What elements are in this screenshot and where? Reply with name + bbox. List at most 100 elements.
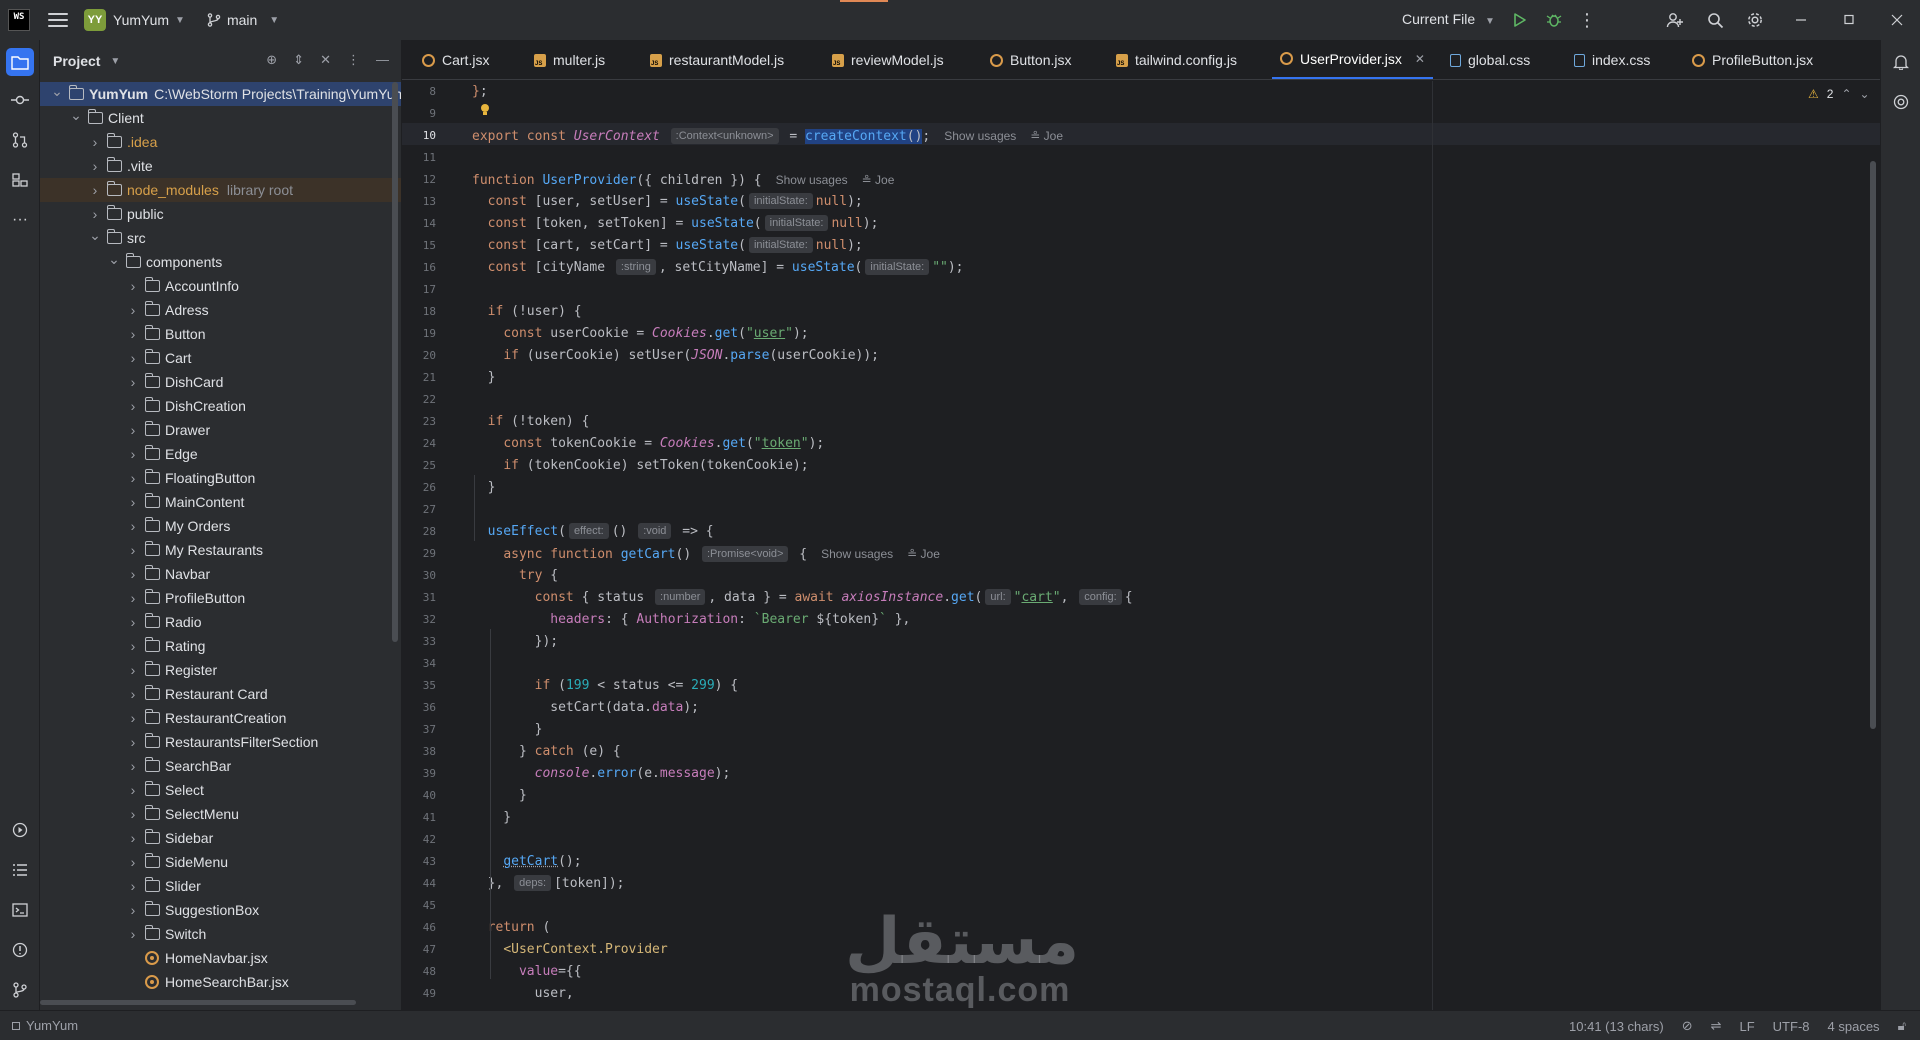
line-number[interactable]: 13 — [404, 195, 436, 208]
chevron-right-icon[interactable]: › — [126, 446, 140, 462]
code-line[interactable]: } — [472, 785, 527, 807]
chevron-right-icon[interactable]: › — [126, 326, 140, 342]
line-number[interactable]: 28 — [404, 525, 436, 538]
close-window-icon[interactable] — [1886, 9, 1908, 31]
indent-setting[interactable]: 4 spaces — [1828, 1019, 1880, 1034]
chevron-right-icon[interactable]: › — [88, 182, 102, 198]
chevron-right-icon[interactable]: › — [126, 758, 140, 774]
chevron-down-icon[interactable]: ⌄ — [50, 83, 64, 100]
code-line[interactable]: if (tokenCookie) setToken(tokenCookie); — [472, 455, 809, 477]
tree-folder-item[interactable]: › Sidebar — [40, 826, 402, 850]
code-line[interactable]: }); — [472, 631, 558, 653]
code-line[interactable]: export const UserContext :Context<unknow… — [472, 125, 1063, 147]
tree-folder-item[interactable]: › Button — [40, 322, 402, 346]
tree-folder-item[interactable]: › Drawer — [40, 418, 402, 442]
locate-file-icon[interactable]: ⊕ — [266, 52, 277, 68]
tree-folder-item[interactable]: › DishCard — [40, 370, 402, 394]
chevron-right-icon[interactable]: › — [126, 662, 140, 678]
code-line[interactable]: const tokenCookie = Cookies.get("token")… — [472, 433, 824, 455]
line-number[interactable]: 36 — [404, 701, 436, 714]
inspections-off-icon[interactable]: ⊘ — [1682, 1018, 1693, 1034]
chevron-right-icon[interactable]: › — [126, 422, 140, 438]
vcs-status-icon[interactable]: ⇌ — [1711, 1018, 1722, 1034]
line-number[interactable]: 27 — [404, 503, 436, 516]
notifications-bell-icon[interactable] — [1887, 48, 1915, 76]
line-number[interactable]: 10 — [404, 129, 436, 142]
code-line[interactable]: async function getCart() :Promise<void> … — [472, 543, 940, 565]
branch-switcher[interactable]: main ▼ — [207, 12, 279, 28]
line-number[interactable]: 39 — [404, 767, 436, 780]
code-line[interactable]: if (199 < status <= 299) { — [472, 675, 738, 697]
next-highlight-icon[interactable]: ⌄ — [1860, 87, 1870, 101]
editor-tab[interactable]: Cart.jsx — [414, 40, 497, 80]
tree-folder-item[interactable]: › SideMenu — [40, 850, 402, 874]
chevron-right-icon[interactable]: › — [126, 494, 140, 510]
main-menu-icon[interactable] — [48, 13, 68, 27]
line-number[interactable]: 14 — [404, 217, 436, 230]
tree-folder-item[interactable]: › RestaurantCreation — [40, 706, 402, 730]
run-icon[interactable] — [1508, 9, 1530, 31]
run-configuration-select[interactable]: Current File ▼ — [1402, 11, 1495, 27]
hide-panel-icon[interactable]: — — [376, 52, 389, 68]
chevron-right-icon[interactable]: › — [126, 302, 140, 318]
code-line[interactable]: const [cityName :string, setCityName] = … — [472, 257, 964, 279]
code-line[interactable]: } catch (e) { — [472, 741, 621, 763]
line-number[interactable]: 18 — [404, 305, 436, 318]
line-number[interactable]: 25 — [404, 459, 436, 472]
code-line[interactable]: }; — [472, 81, 488, 103]
project-tree-scrollbar[interactable] — [392, 82, 398, 642]
tree-folder-item[interactable]: › Edge — [40, 442, 402, 466]
minimize-window-icon[interactable] — [1790, 9, 1812, 31]
line-number[interactable]: 19 — [404, 327, 436, 340]
settings-gear-icon[interactable] — [1744, 9, 1766, 31]
search-icon[interactable] — [1704, 9, 1726, 31]
problems-icon[interactable] — [6, 936, 34, 964]
chevron-right-icon[interactable]: › — [88, 158, 102, 174]
code-line[interactable]: try { — [472, 565, 558, 587]
tree-folder-item[interactable]: › Cart — [40, 346, 402, 370]
line-number[interactable]: 11 — [404, 151, 436, 164]
code-line[interactable]: function UserProvider({ children }) {Sho… — [472, 169, 894, 191]
tree-folder-item[interactable]: ⌄ Client — [40, 106, 402, 130]
line-number[interactable]: 33 — [404, 635, 436, 648]
chevron-right-icon[interactable]: › — [126, 926, 140, 942]
tree-folder-item[interactable]: ⌄ YumYum C:\WebStorm Projects\Training\Yum… — [40, 82, 402, 106]
commit-tool-icon[interactable] — [6, 86, 34, 114]
chevron-right-icon[interactable]: › — [88, 134, 102, 150]
editor-tab[interactable]: index.css — [1566, 40, 1658, 80]
line-separator[interactable]: LF — [1740, 1019, 1755, 1034]
line-number[interactable]: 32 — [404, 613, 436, 626]
line-number[interactable]: 31 — [404, 591, 436, 604]
line-number[interactable]: 48 — [404, 965, 436, 978]
line-number[interactable]: 30 — [404, 569, 436, 582]
tree-folder-item[interactable]: › Switch — [40, 922, 402, 946]
tree-folder-item[interactable]: › Slider — [40, 874, 402, 898]
todo-list-icon[interactable] — [6, 856, 34, 884]
line-number[interactable]: 12 — [404, 173, 436, 186]
chevron-right-icon[interactable]: › — [126, 686, 140, 702]
chevron-right-icon[interactable]: › — [88, 206, 102, 222]
editor-tab[interactable]: multer.js — [526, 40, 613, 80]
code-line[interactable]: return ( — [472, 917, 550, 939]
line-number[interactable]: 42 — [404, 833, 436, 846]
code-line[interactable]: } — [472, 807, 511, 829]
tree-file-item[interactable]: ›HomeSearchBar.jsx — [40, 970, 402, 994]
chevron-right-icon[interactable]: › — [126, 806, 140, 822]
chevron-right-icon[interactable]: › — [126, 470, 140, 486]
project-switcher[interactable]: YumYum — [113, 12, 169, 28]
line-number[interactable]: 9 — [404, 107, 436, 120]
tree-folder-item[interactable]: › My Restaurants — [40, 538, 402, 562]
line-number[interactable]: 40 — [404, 789, 436, 802]
line-number[interactable]: 41 — [404, 811, 436, 824]
project-tree-horizontal-scrollbar[interactable] — [40, 1000, 356, 1005]
project-tool-icon[interactable] — [6, 48, 34, 76]
code-line[interactable]: } — [472, 477, 495, 499]
tree-folder-item[interactable]: › Select — [40, 778, 402, 802]
editor-tab[interactable]: reviewModel.js — [824, 40, 952, 80]
line-number[interactable]: 8 — [404, 85, 436, 98]
chevron-right-icon[interactable]: › — [126, 566, 140, 582]
code-line[interactable]: } — [472, 367, 495, 389]
ai-assistant-icon[interactable] — [1887, 88, 1915, 116]
line-number[interactable]: 16 — [404, 261, 436, 274]
chevron-right-icon[interactable]: › — [126, 710, 140, 726]
